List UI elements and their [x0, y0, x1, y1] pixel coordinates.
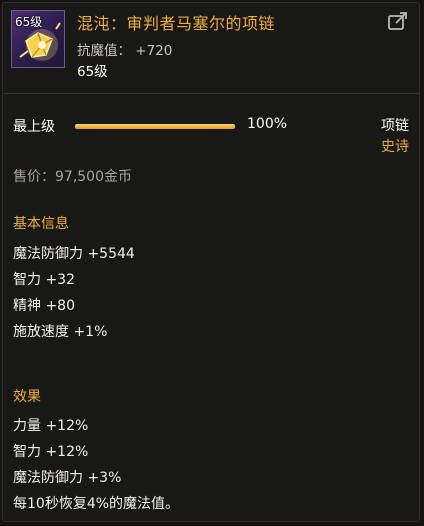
basic-stat: 施放速度 +1% [13, 324, 108, 340]
grade-label: 最上级 [13, 119, 55, 135]
resistance-value: 抗魔值： +720 [77, 43, 173, 59]
grade-row: 最上级 100% [13, 116, 413, 136]
item-name: 混沌：审判者马塞尔的项链 [77, 14, 276, 33]
item-rarity: 史诗 [381, 139, 409, 155]
share-icon[interactable] [387, 11, 409, 31]
item-type: 项链 [381, 118, 409, 134]
effect-stat: 魔法防御力 +3% [13, 470, 122, 486]
grade-progress-fill [75, 124, 235, 129]
icon-level-badge: 65级 [15, 15, 43, 29]
effect-stat: 每10秒恢复4%的魔法值。 [13, 496, 180, 512]
basic-stat: 魔法防御力 +5544 [13, 246, 135, 262]
basic-info-title: 基本信息 [13, 216, 69, 232]
grade-progress-bar [75, 124, 235, 129]
grade-percent: 100% [247, 116, 288, 132]
basic-stat: 智力 +32 [13, 272, 75, 288]
required-level: 65级 [77, 64, 108, 80]
item-tooltip: 65级 混沌：审判者马塞尔的项链 抗魔值： +720 65级 最上级 100% … [2, 2, 420, 522]
basic-stat: 精神 +80 [13, 298, 75, 314]
tooltip-header: 65级 混沌：审判者马塞尔的项链 抗魔值： +720 65级 [3, 3, 419, 94]
effect-stat: 智力 +12% [13, 444, 89, 460]
effect-stat: 力量 +12% [13, 418, 89, 434]
effects-title: 效果 [13, 389, 41, 405]
necklace-icon: 65级 [11, 10, 65, 68]
sell-price: 售价：97,500金币 [13, 169, 132, 185]
